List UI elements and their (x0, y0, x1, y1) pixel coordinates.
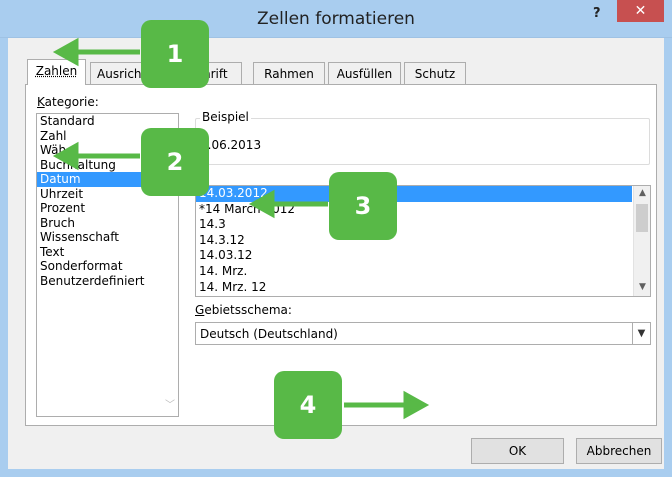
callout-3: 3 (329, 172, 397, 240)
arrow-1-head (52, 37, 79, 67)
arrow-2-head (52, 141, 79, 171)
callout-4: 4 (274, 371, 342, 439)
format-cells-dialog: Zellen formatieren ? ✕ Zahlen Ausrich hr… (0, 0, 672, 477)
callout-2: 2 (141, 128, 209, 196)
callout-1: 1 (141, 20, 209, 88)
arrow-4-head (403, 390, 430, 420)
arrow-3-head (248, 189, 275, 219)
